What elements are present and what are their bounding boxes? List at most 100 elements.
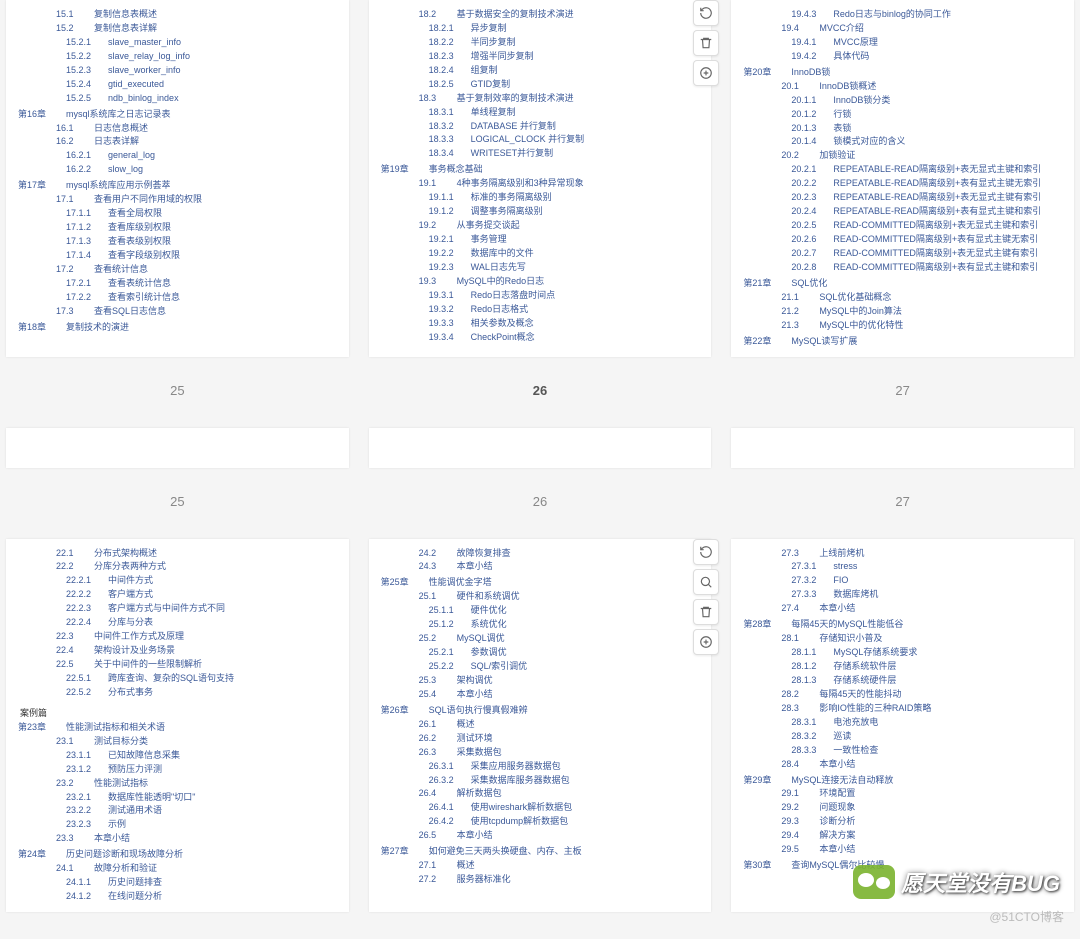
toc-entry[interactable]: 第29章MySQL连接无法自动释放 <box>741 774 1058 788</box>
toc-entry[interactable]: 26.3采集数据包 <box>379 746 696 760</box>
toc-entry[interactable]: 27.3.1stress <box>741 560 1058 574</box>
toc-entry[interactable]: 29.5本章小结 <box>741 843 1058 857</box>
toc-entry[interactable]: 18.2.3增强半同步复制 <box>379 50 696 64</box>
toc-entry[interactable]: 28.1.3存储系统硬件层 <box>741 674 1058 688</box>
toc-entry[interactable]: 28.4本章小结 <box>741 758 1058 772</box>
toc-entry[interactable]: 23.1.1已知故障信息采集 <box>16 749 333 763</box>
toc-entry[interactable]: 18.3.1单线程复制 <box>379 106 696 120</box>
toc-entry[interactable]: 19.1.2调整事务隔离级别 <box>379 205 696 219</box>
toc-entry[interactable]: 22.2.3客户端方式与中间件方式不同 <box>16 602 333 616</box>
toc-entry[interactable]: 26.4.1使用wireshark解析数据包 <box>379 801 696 815</box>
toc-entry[interactable]: 19.3.2Redo日志格式 <box>379 303 696 317</box>
toc-entry[interactable]: 20.2.1REPEATABLE-READ隔离级别+表无显式主键和索引 <box>741 163 1058 177</box>
toc-entry[interactable]: 第19章事务概念基础 <box>379 163 696 177</box>
toc-entry[interactable]: 19.3.3相关参数及概念 <box>379 317 696 331</box>
toc-entry[interactable]: 15.2.4gtid_executed <box>16 78 333 92</box>
toc-entry[interactable]: 第21章SQL优化 <box>741 277 1058 291</box>
toc-entry[interactable]: 20.2.8READ-COMMITTED隔离级别+表有显式主键和索引 <box>741 261 1058 275</box>
toc-entry[interactable]: 20.2加锁验证 <box>741 149 1058 163</box>
toc-entry[interactable]: 15.2.2slave_relay_log_info <box>16 50 333 64</box>
toc-entry[interactable]: 23.2.3示例 <box>16 818 333 832</box>
toc-entry[interactable]: 28.1存储知识小普及 <box>741 632 1058 646</box>
toc-entry[interactable]: 19.1.1标准的事务隔离级别 <box>379 191 696 205</box>
toc-entry[interactable]: 26.3.1采集应用服务器数据包 <box>379 760 696 774</box>
toc-entry[interactable]: 第27章如何避免三天两头换硬盘、内存、主板 <box>379 845 696 859</box>
toc-entry[interactable]: 24.1故障分析和验证 <box>16 862 333 876</box>
toc-entry[interactable]: 22.5.1跨库查询、复杂的SQL语句支持 <box>16 672 333 686</box>
toc-entry[interactable]: 第24章历史问题诊断和现场故障分析 <box>16 848 333 862</box>
toc-entry[interactable]: 20.2.7READ-COMMITTED隔离级别+表无显式主键有索引 <box>741 247 1058 261</box>
toc-entry[interactable]: 第22章MySQL读写扩展 <box>741 335 1058 349</box>
toc-entry[interactable]: 17.2查看统计信息 <box>16 263 333 277</box>
toc-entry[interactable]: 22.5关于中间件的一些限制解析 <box>16 658 333 672</box>
toc-entry[interactable]: 19.4.2具体代码 <box>741 50 1058 64</box>
toc-entry[interactable]: 27.2服务器标准化 <box>379 873 696 887</box>
toc-entry[interactable]: 21.1SQL优化基础概念 <box>741 291 1058 305</box>
toc-entry[interactable]: 28.3.2巡读 <box>741 730 1058 744</box>
toc-entry[interactable]: 19.3MySQL中的Redo日志 <box>379 275 696 289</box>
toc-entry[interactable]: 27.4本章小结 <box>741 602 1058 616</box>
toc-entry[interactable]: 25.1.1硬件优化 <box>379 604 696 618</box>
trash-icon[interactable] <box>693 30 719 56</box>
toc-entry[interactable]: 15.2.1slave_master_info <box>16 36 333 50</box>
toc-entry[interactable]: 第26章SQL语句执行慢真假难辨 <box>379 704 696 718</box>
toc-entry[interactable]: 25.4本章小结 <box>379 688 696 702</box>
toc-entry[interactable]: 23.2性能测试指标 <box>16 777 333 791</box>
toc-entry[interactable]: 29.2问题现象 <box>741 801 1058 815</box>
toc-entry[interactable]: 28.3.3一致性检查 <box>741 744 1058 758</box>
toc-entry[interactable]: 19.14种事务隔离级别和3种异常现象 <box>379 177 696 191</box>
toc-entry[interactable]: 第18章复制技术的演进 <box>16 321 333 335</box>
toc-entry[interactable]: 20.2.2REPEATABLE-READ隔离级别+表有显式主键无索引 <box>741 177 1058 191</box>
toc-entry[interactable]: 17.1.3查看表级别权限 <box>16 235 333 249</box>
toc-entry[interactable]: 24.1.1历史问题排查 <box>16 876 333 890</box>
toc-entry[interactable]: 19.4.3Redo日志与binlog的协同工作 <box>741 8 1058 22</box>
search-icon[interactable] <box>693 569 719 595</box>
toc-entry[interactable]: 第16章mysql系统库之日志记录表 <box>16 108 333 122</box>
toc-entry[interactable]: 15.2.5ndb_binlog_index <box>16 92 333 106</box>
toc-entry[interactable]: 22.5.2分布式事务 <box>16 686 333 700</box>
toc-entry[interactable]: 第28章每隔45天的MySQL性能低谷 <box>741 618 1058 632</box>
toc-entry[interactable]: 15.1复制信息表概述 <box>16 8 333 22</box>
toc-entry[interactable]: 22.2分库分表两种方式 <box>16 560 333 574</box>
toc-entry[interactable]: 16.2日志表详解 <box>16 135 333 149</box>
toc-entry[interactable]: 26.2测试环境 <box>379 732 696 746</box>
toc-entry[interactable]: 17.2.1查看表统计信息 <box>16 277 333 291</box>
toc-entry[interactable]: 第23章性能测试指标和相关术语 <box>16 721 333 735</box>
toc-entry[interactable]: 18.2.5GTID复制 <box>379 78 696 92</box>
toc-entry[interactable]: 27.1概述 <box>379 859 696 873</box>
toc-entry[interactable]: 20.1.2行锁 <box>741 108 1058 122</box>
toc-entry[interactable]: 18.3.4WRITESET并行复制 <box>379 147 696 161</box>
toc-entry[interactable]: 20.2.5READ-COMMITTED隔离级别+表无显式主键和索引 <box>741 219 1058 233</box>
toc-entry[interactable]: 19.2.2数据库中的文件 <box>379 247 696 261</box>
toc-entry[interactable]: 19.2.1事务管理 <box>379 233 696 247</box>
trash-icon[interactable] <box>693 599 719 625</box>
toc-entry[interactable]: 26.3.2采集数据库服务器数据包 <box>379 774 696 788</box>
toc-entry[interactable]: 第25章性能调优金字塔 <box>379 576 696 590</box>
toc-entry[interactable]: 24.2故障恢复排查 <box>379 547 696 561</box>
toc-entry[interactable]: 15.2.3slave_worker_info <box>16 64 333 78</box>
toc-entry[interactable]: 19.2从事务提交谈起 <box>379 219 696 233</box>
toc-entry[interactable]: 22.2.4分库与分表 <box>16 616 333 630</box>
toc-entry[interactable]: 第17章mysql系统库应用示例荟萃 <box>16 179 333 193</box>
toc-entry[interactable]: 29.3诊断分析 <box>741 815 1058 829</box>
toc-entry[interactable]: 22.4架构设计及业务场景 <box>16 644 333 658</box>
toc-entry[interactable]: 27.3.3数据库烤机 <box>741 588 1058 602</box>
refresh-icon[interactable] <box>693 539 719 565</box>
toc-entry[interactable]: 22.2.2客户端方式 <box>16 588 333 602</box>
toc-entry[interactable]: 26.4解析数据包 <box>379 787 696 801</box>
toc-entry[interactable]: 21.2MySQL中的Join算法 <box>741 305 1058 319</box>
toc-entry[interactable]: 27.3.2FIO <box>741 574 1058 588</box>
toc-entry[interactable]: 25.1硬件和系统调优 <box>379 590 696 604</box>
toc-entry[interactable]: 25.2.2SQL/索引调优 <box>379 660 696 674</box>
toc-entry[interactable]: 26.5本章小结 <box>379 829 696 843</box>
toc-entry[interactable]: 18.3基于复制效率的复制技术演进 <box>379 92 696 106</box>
toc-entry[interactable]: 24.3本章小结 <box>379 560 696 574</box>
plus-icon[interactable] <box>693 60 719 86</box>
toc-entry[interactable]: 19.3.1Redo日志落盘时间点 <box>379 289 696 303</box>
toc-entry[interactable]: 29.1环境配置 <box>741 787 1058 801</box>
toc-entry[interactable]: 23.1测试目标分类 <box>16 735 333 749</box>
toc-entry[interactable]: 18.2.1异步复制 <box>379 22 696 36</box>
toc-entry[interactable]: 16.2.2slow_log <box>16 163 333 177</box>
toc-entry[interactable]: 17.1查看用户不同作用域的权限 <box>16 193 333 207</box>
toc-entry[interactable]: 22.2.1中间件方式 <box>16 574 333 588</box>
